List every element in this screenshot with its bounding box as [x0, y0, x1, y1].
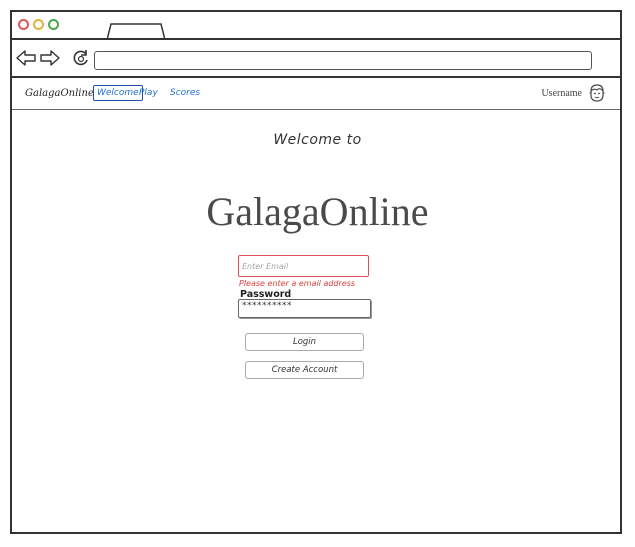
login-button[interactable]: Login [245, 333, 364, 351]
site-navbar: GalagaOnline Welcome Play Scores Usernam… [12, 78, 620, 110]
url-input[interactable] [94, 51, 592, 70]
create-account-button[interactable]: Create Account [245, 361, 364, 379]
nav-link-welcome[interactable]: Welcome [93, 85, 143, 101]
window-controls [18, 19, 59, 30]
browser-tab[interactable] [107, 23, 165, 40]
site-title: GalagaOnline [206, 189, 429, 234]
email-field[interactable] [238, 255, 369, 277]
maximize-dot-icon[interactable] [48, 19, 59, 30]
username-label[interactable]: Username [541, 88, 582, 99]
forward-arrow-icon[interactable] [40, 49, 60, 67]
title-bar [12, 12, 620, 40]
email-error-message: Please enter a email address [239, 279, 356, 288]
nav-link-scores[interactable]: Scores [170, 88, 200, 98]
minimize-dot-icon[interactable] [33, 19, 44, 30]
back-arrow-icon[interactable] [16, 49, 36, 67]
password-field[interactable]: ********** [238, 299, 371, 318]
close-dot-icon[interactable] [18, 19, 29, 30]
nav-link-play[interactable]: Play [139, 88, 158, 98]
user-avatar-icon[interactable] [588, 83, 606, 103]
brand-logo[interactable]: GalagaOnline [25, 88, 94, 99]
reload-icon[interactable] [72, 49, 90, 67]
welcome-heading: Welcome to [273, 132, 362, 148]
address-bar [12, 40, 620, 78]
